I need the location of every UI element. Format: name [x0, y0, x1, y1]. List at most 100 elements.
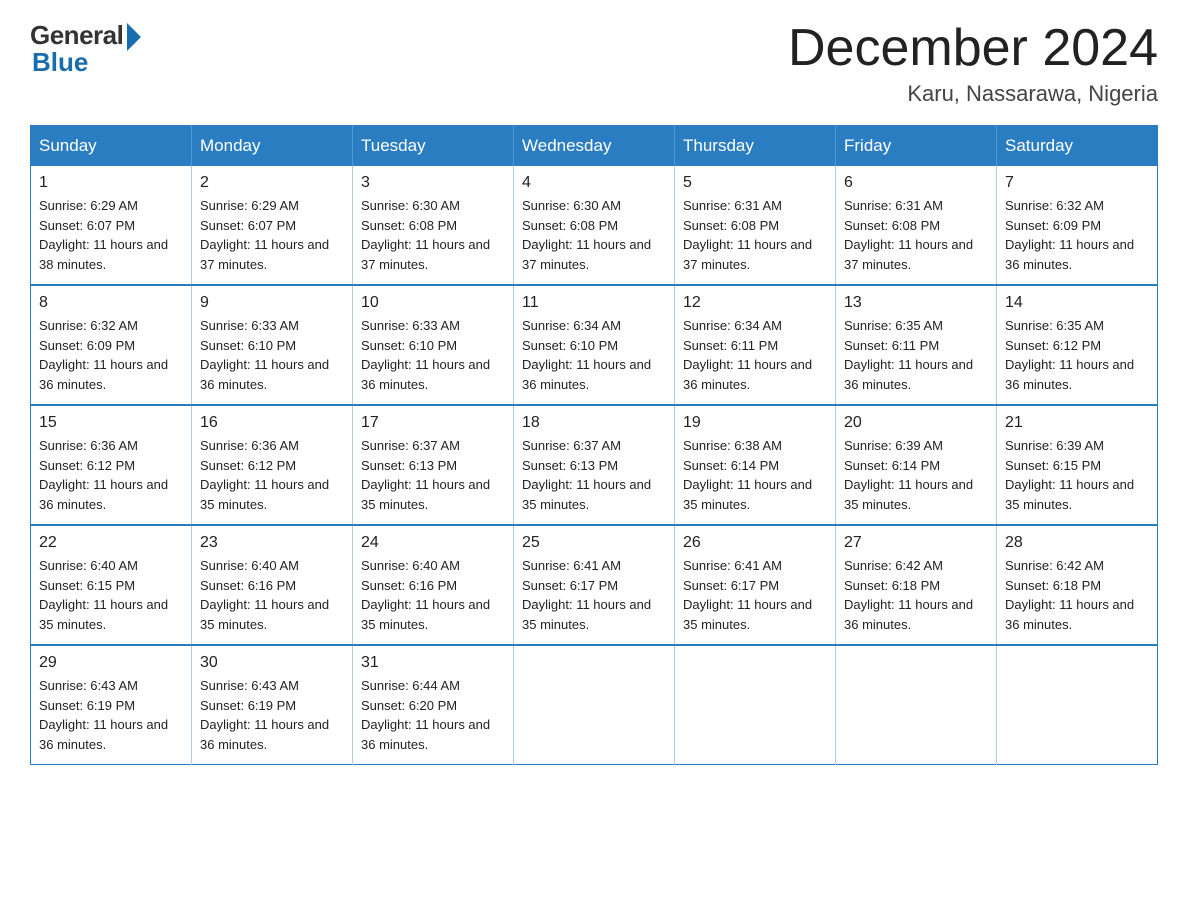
day-number: 19	[683, 414, 827, 432]
day-number: 1	[39, 174, 183, 192]
header-cell-saturday: Saturday	[997, 126, 1158, 167]
day-info: Sunrise: 6:36 AMSunset: 6:12 PMDaylight:…	[200, 436, 344, 514]
calendar-cell: 18 Sunrise: 6:37 AMSunset: 6:13 PMDayligh…	[514, 405, 675, 525]
day-number: 11	[522, 294, 666, 312]
day-info: Sunrise: 6:41 AMSunset: 6:17 PMDaylight:…	[683, 556, 827, 634]
day-info: Sunrise: 6:34 AMSunset: 6:11 PMDaylight:…	[683, 316, 827, 394]
logo: General Blue	[30, 20, 141, 78]
calendar-cell: 27 Sunrise: 6:42 AMSunset: 6:18 PMDayligh…	[836, 525, 997, 645]
day-info: Sunrise: 6:43 AMSunset: 6:19 PMDaylight:…	[39, 676, 183, 754]
calendar-cell: 10 Sunrise: 6:33 AMSunset: 6:10 PMDayligh…	[353, 285, 514, 405]
calendar-cell: 8Sunrise: 6:32 AMSunset: 6:09 PMDaylight…	[31, 285, 192, 405]
day-number: 10	[361, 294, 505, 312]
calendar-cell: 11 Sunrise: 6:34 AMSunset: 6:10 PMDayligh…	[514, 285, 675, 405]
day-info: Sunrise: 6:39 AMSunset: 6:14 PMDaylight:…	[844, 436, 988, 514]
day-info: Sunrise: 6:33 AMSunset: 6:10 PMDaylight:…	[200, 316, 344, 394]
day-info: Sunrise: 6:40 AMSunset: 6:16 PMDaylight:…	[200, 556, 344, 634]
calendar-cell: 2 Sunrise: 6:29 AMSunset: 6:07 PMDaylight…	[192, 166, 353, 285]
calendar-cell: 3 Sunrise: 6:30 AMSunset: 6:08 PMDaylight…	[353, 166, 514, 285]
day-info: Sunrise: 6:31 AMSunset: 6:08 PMDaylight:…	[844, 196, 988, 274]
calendar-cell: 24Sunrise: 6:40 AMSunset: 6:16 PMDayligh…	[353, 525, 514, 645]
day-info: Sunrise: 6:29 AMSunset: 6:07 PMDaylight:…	[39, 196, 183, 274]
calendar-cell: 23 Sunrise: 6:40 AMSunset: 6:16 PMDayligh…	[192, 525, 353, 645]
day-info: Sunrise: 6:42 AMSunset: 6:18 PMDaylight:…	[1005, 556, 1149, 634]
location-title: Karu, Nassarawa, Nigeria	[788, 81, 1158, 107]
day-number: 18	[522, 414, 666, 432]
day-number: 15	[39, 414, 183, 432]
day-info: Sunrise: 6:34 AMSunset: 6:10 PMDaylight:…	[522, 316, 666, 394]
header: General Blue December 2024 Karu, Nassara…	[30, 20, 1158, 107]
day-info: Sunrise: 6:33 AMSunset: 6:10 PMDaylight:…	[361, 316, 505, 394]
calendar-cell: 30 Sunrise: 6:43 AMSunset: 6:19 PMDayligh…	[192, 645, 353, 765]
calendar-cell: 28 Sunrise: 6:42 AMSunset: 6:18 PMDayligh…	[997, 525, 1158, 645]
calendar-cell: 1 Sunrise: 6:29 AMSunset: 6:07 PMDaylight…	[31, 166, 192, 285]
calendar-header: SundayMondayTuesdayWednesdayThursdayFrid…	[31, 126, 1158, 167]
day-info: Sunrise: 6:40 AMSunset: 6:16 PMDaylight:…	[361, 556, 505, 634]
day-info: Sunrise: 6:42 AMSunset: 6:18 PMDaylight:…	[844, 556, 988, 634]
day-info: Sunrise: 6:35 AMSunset: 6:12 PMDaylight:…	[1005, 316, 1149, 394]
calendar-cell: 5Sunrise: 6:31 AMSunset: 6:08 PMDaylight…	[675, 166, 836, 285]
calendar-cell: 29 Sunrise: 6:43 AMSunset: 6:19 PMDayligh…	[31, 645, 192, 765]
calendar-cell: 4 Sunrise: 6:30 AMSunset: 6:08 PMDaylight…	[514, 166, 675, 285]
day-number: 26	[683, 534, 827, 552]
day-number: 27	[844, 534, 988, 552]
day-number: 13	[844, 294, 988, 312]
day-number: 3	[361, 174, 505, 192]
day-number: 6	[844, 174, 988, 192]
header-cell-thursday: Thursday	[675, 126, 836, 167]
day-number: 25	[522, 534, 666, 552]
day-number: 29	[39, 654, 183, 672]
logo-blue-text: Blue	[32, 47, 88, 78]
day-info: Sunrise: 6:32 AMSunset: 6:09 PMDaylight:…	[39, 316, 183, 394]
calendar-cell: 22 Sunrise: 6:40 AMSunset: 6:15 PMDayligh…	[31, 525, 192, 645]
header-cell-wednesday: Wednesday	[514, 126, 675, 167]
day-number: 4	[522, 174, 666, 192]
day-number: 30	[200, 654, 344, 672]
calendar-cell: 6 Sunrise: 6:31 AMSunset: 6:08 PMDaylight…	[836, 166, 997, 285]
calendar-cell: 13Sunrise: 6:35 AMSunset: 6:11 PMDayligh…	[836, 285, 997, 405]
day-info: Sunrise: 6:37 AMSunset: 6:13 PMDaylight:…	[361, 436, 505, 514]
day-number: 7	[1005, 174, 1149, 192]
calendar-cell: 20Sunrise: 6:39 AMSunset: 6:14 PMDayligh…	[836, 405, 997, 525]
day-info: Sunrise: 6:36 AMSunset: 6:12 PMDaylight:…	[39, 436, 183, 514]
day-number: 9	[200, 294, 344, 312]
calendar-cell	[514, 645, 675, 765]
header-cell-monday: Monday	[192, 126, 353, 167]
day-number: 17	[361, 414, 505, 432]
day-info: Sunrise: 6:37 AMSunset: 6:13 PMDaylight:…	[522, 436, 666, 514]
calendar-week-4: 22 Sunrise: 6:40 AMSunset: 6:15 PMDayligh…	[31, 525, 1158, 645]
day-number: 5	[683, 174, 827, 192]
calendar-week-3: 15 Sunrise: 6:36 AMSunset: 6:12 PMDayligh…	[31, 405, 1158, 525]
calendar-cell: 21Sunrise: 6:39 AMSunset: 6:15 PMDayligh…	[997, 405, 1158, 525]
day-number: 23	[200, 534, 344, 552]
day-info: Sunrise: 6:40 AMSunset: 6:15 PMDaylight:…	[39, 556, 183, 634]
logo-arrow-icon	[127, 23, 141, 51]
day-number: 22	[39, 534, 183, 552]
day-number: 16	[200, 414, 344, 432]
month-title: December 2024	[788, 20, 1158, 77]
calendar-cell: 19Sunrise: 6:38 AMSunset: 6:14 PMDayligh…	[675, 405, 836, 525]
day-info: Sunrise: 6:44 AMSunset: 6:20 PMDaylight:…	[361, 676, 505, 754]
calendar-cell	[836, 645, 997, 765]
day-info: Sunrise: 6:30 AMSunset: 6:08 PMDaylight:…	[361, 196, 505, 274]
header-cell-sunday: Sunday	[31, 126, 192, 167]
day-info: Sunrise: 6:30 AMSunset: 6:08 PMDaylight:…	[522, 196, 666, 274]
calendar-cell: 9 Sunrise: 6:33 AMSunset: 6:10 PMDaylight…	[192, 285, 353, 405]
header-cell-friday: Friday	[836, 126, 997, 167]
calendar-cell	[675, 645, 836, 765]
day-number: 21	[1005, 414, 1149, 432]
day-info: Sunrise: 6:29 AMSunset: 6:07 PMDaylight:…	[200, 196, 344, 274]
calendar-table: SundayMondayTuesdayWednesdayThursdayFrid…	[30, 125, 1158, 765]
day-info: Sunrise: 6:41 AMSunset: 6:17 PMDaylight:…	[522, 556, 666, 634]
day-number: 31	[361, 654, 505, 672]
day-info: Sunrise: 6:43 AMSunset: 6:19 PMDaylight:…	[200, 676, 344, 754]
day-number: 28	[1005, 534, 1149, 552]
day-number: 2	[200, 174, 344, 192]
title-area: December 2024 Karu, Nassarawa, Nigeria	[788, 20, 1158, 107]
calendar-week-2: 8Sunrise: 6:32 AMSunset: 6:09 PMDaylight…	[31, 285, 1158, 405]
day-number: 12	[683, 294, 827, 312]
calendar-week-1: 1 Sunrise: 6:29 AMSunset: 6:07 PMDaylight…	[31, 166, 1158, 285]
calendar-week-5: 29 Sunrise: 6:43 AMSunset: 6:19 PMDayligh…	[31, 645, 1158, 765]
calendar-cell: 31 Sunrise: 6:44 AMSunset: 6:20 PMDayligh…	[353, 645, 514, 765]
calendar-cell: 26 Sunrise: 6:41 AMSunset: 6:17 PMDayligh…	[675, 525, 836, 645]
